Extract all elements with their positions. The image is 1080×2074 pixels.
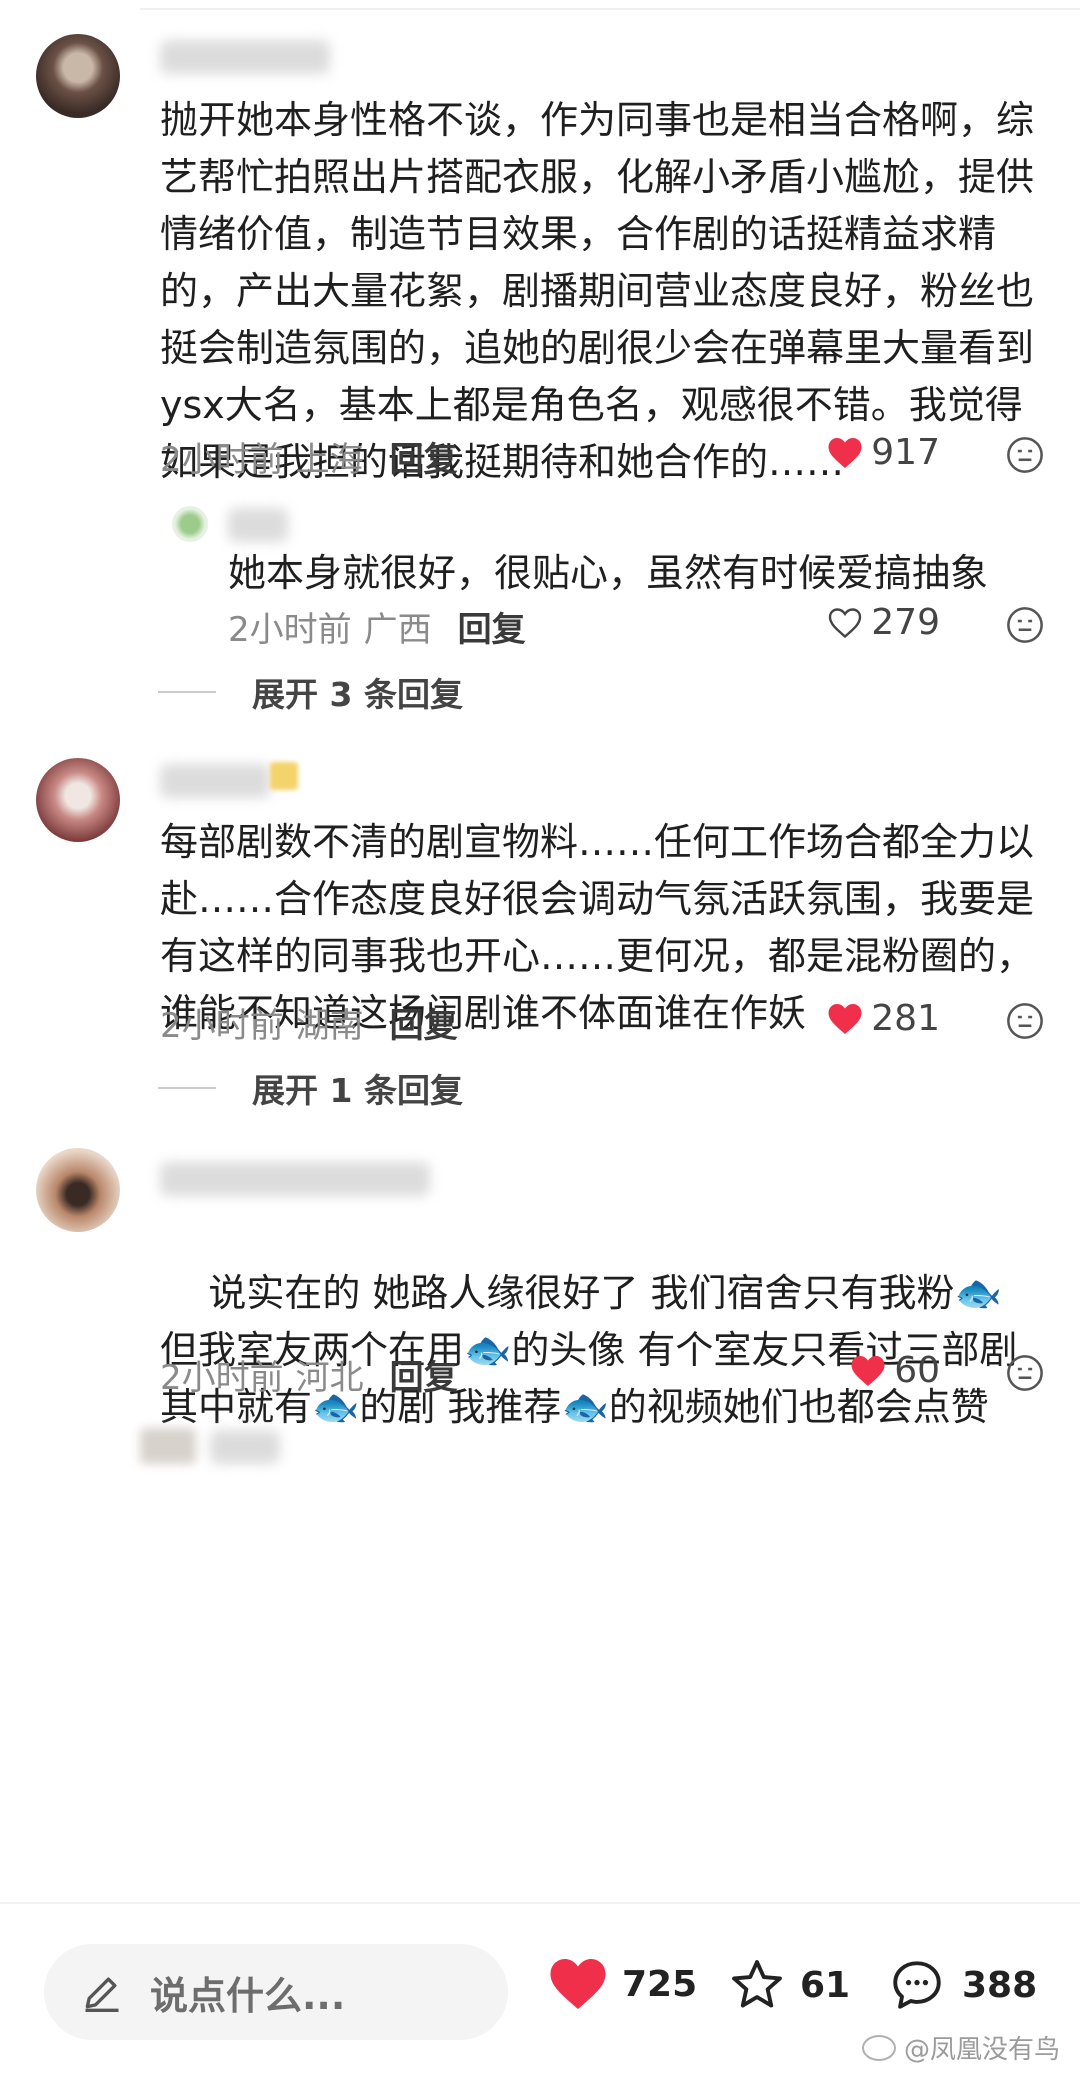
emoji-react-icon[interactable] [1006,1354,1044,1392]
reply-username-blurred[interactable] [228,508,288,542]
comment-time: 2小时前 [160,1358,284,1398]
emoji-react-icon[interactable] [1006,606,1044,644]
avatar[interactable] [140,1428,196,1464]
fish-emoji: 🐟 [954,1271,1002,1315]
star-outline-icon [732,1960,782,2008]
reply-meta: 2小时前 广西 回复 [228,602,526,651]
reply-button[interactable]: 回复 [390,998,458,1047]
comment-input[interactable]: 说点什么... [44,1944,508,2040]
comments-button[interactable]: 388 [886,1956,1037,2014]
comment-count: 388 [962,1964,1038,2006]
comment-meta: 2小时前 上海 回复 [160,432,458,481]
username-emoji [270,762,298,790]
top-divider [140,8,1080,10]
divider-line [158,691,216,693]
username-blurred[interactable] [160,40,330,74]
reply-time: 2小时前 [228,610,352,650]
text-segment: 的视频她们也都会点赞 [608,1385,989,1429]
heart-filled-icon [828,437,862,468]
avatar[interactable] [36,758,120,842]
fish-emoji: 🐟 [561,1385,609,1429]
heart-filled-icon [828,1003,862,1034]
expand-replies-label: 展开 3 条回复 [252,675,463,714]
fish-emoji: 🐟 [464,1328,512,1372]
comment-time: 2小时前 [160,1006,284,1046]
bottom-divider [0,1902,1080,1904]
reply-avatar[interactable] [172,506,208,542]
watermark: @凤凰没有鸟 [861,2029,1060,2066]
avatar[interactable] [36,34,120,118]
like-count: 279 [871,602,940,643]
like-count: 281 [871,998,940,1039]
like-button[interactable]: 917 [827,432,940,473]
favorite-button[interactable]: 61 [728,1956,850,2014]
expand-replies-label: 展开 1 条回复 [252,1071,463,1110]
reply-button[interactable]: 回复 [458,602,526,651]
username-blurred[interactable] [160,764,270,798]
comment-meta: 2小时前 河北 回复 [160,1350,458,1399]
weibo-logo-icon [861,2034,896,2061]
like-count: 60 [894,1350,940,1391]
like-count: 917 [871,432,940,473]
divider-line [158,1087,216,1089]
comment-location: 河北 [295,1358,364,1398]
like-button[interactable]: 281 [827,998,940,1039]
reply-button[interactable]: 回复 [390,432,458,481]
reply-text: 她本身就很好，很贴心，虽然有时候爱搞抽象 [228,551,989,595]
username-blurred[interactable] [210,1430,280,1464]
text-segment: 说实在的 她路人缘很好了 我们宿舍只有我粉 [208,1271,955,1315]
like-button[interactable]: 279 [827,602,940,643]
heart-outline-icon [829,607,862,638]
reply-button[interactable]: 回复 [390,1350,458,1399]
emoji-react-icon[interactable] [1006,1002,1044,1040]
emoji-react-icon[interactable] [1006,436,1044,474]
chat-bubble-icon [893,1961,941,2009]
watermark-text: @凤凰没有鸟 [903,2035,1060,2065]
comment-meta: 2小时前 湖南 回复 [160,998,458,1047]
like-post-button[interactable]: 725 [548,1956,697,2012]
reply-location: 广西 [363,610,432,650]
comment-time: 2小时前 [160,440,284,480]
username-blurred[interactable] [160,1162,430,1196]
post-like-count: 725 [622,1963,698,2005]
comment-location: 湖南 [295,1006,364,1046]
like-button[interactable]: 60 [850,1350,940,1391]
comment-input-placeholder: 说点什么... [150,1973,346,2018]
avatar[interactable] [36,1148,120,1232]
expand-replies-button[interactable]: 展开 1 条回复 [158,1064,463,1112]
comment-location: 上海 [295,440,364,480]
favorite-count: 61 [800,1964,851,2006]
pencil-icon [85,1977,119,2012]
heart-filled-icon [851,1355,885,1386]
expand-replies-button[interactable]: 展开 3 条回复 [158,668,463,716]
heart-filled-icon [550,1959,606,2009]
